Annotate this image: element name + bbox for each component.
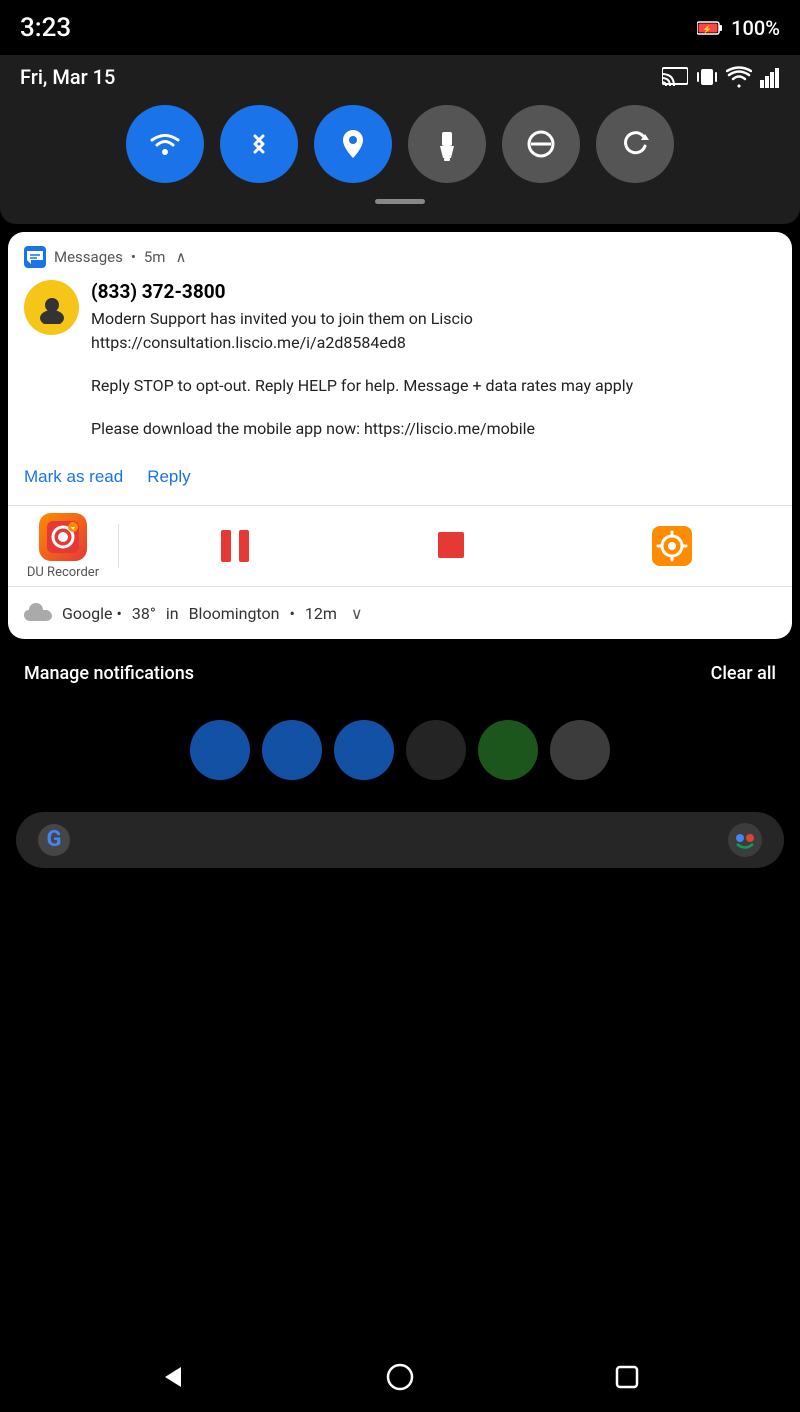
messages-app-icon (24, 246, 46, 268)
du-recorder-notification: DU Recorder (8, 506, 792, 586)
search-bar[interactable]: G (16, 812, 784, 868)
mark-as-read-button[interactable]: Mark as read (24, 463, 123, 491)
du-stop-button[interactable] (433, 524, 469, 568)
recents-icon (613, 1363, 641, 1391)
home-icon (386, 1363, 414, 1391)
notif-time-value: 5m (144, 248, 166, 266)
battery-icon: ⚡ (697, 20, 723, 36)
svg-text:⚡: ⚡ (702, 24, 712, 34)
qs-date: Fri, Mar 15 (20, 65, 115, 89)
svg-text:G: G (47, 827, 62, 852)
notif-body: (833) 372-3800 Modern Support has invite… (24, 280, 776, 441)
manage-notifications-button[interactable]: Manage notifications (24, 663, 194, 684)
google-assistant-icon[interactable] (726, 821, 764, 859)
home-icon-5[interactable] (478, 720, 538, 780)
qs-tile-wifi[interactable] (126, 105, 204, 183)
notif-app-name: Messages (54, 248, 123, 266)
qs-tiles (20, 105, 780, 183)
weather-source: Google • (62, 604, 122, 623)
du-app-icon (39, 513, 87, 561)
battery-percentage: 100% (731, 16, 780, 40)
quick-settings-panel: Fri, Mar 15 (0, 55, 800, 224)
notif-message-2: Reply STOP to opt-out. Reply HELP for he… (91, 374, 776, 398)
nav-recents-button[interactable] (613, 1363, 641, 1391)
qs-tile-flashlight[interactable] (408, 105, 486, 183)
du-settings-button[interactable] (650, 524, 694, 568)
home-screen-icons (0, 700, 800, 800)
clear-all-button[interactable]: Clear all (711, 663, 776, 684)
weather-city: in (166, 604, 179, 623)
qs-handle[interactable] (375, 199, 425, 204)
nav-bar (0, 1342, 800, 1412)
qs-date-row: Fri, Mar 15 (20, 65, 780, 89)
avatar-icon (36, 292, 68, 324)
du-app-name: DU Recorder (27, 565, 99, 580)
notif-header: Messages • 5m ∧ (24, 246, 776, 268)
notification-panel: Messages • 5m ∧ (833) 372-3800 Modern Su… (8, 232, 792, 639)
home-icon-2[interactable] (262, 720, 322, 780)
home-icon-4[interactable] (406, 720, 466, 780)
status-bar: 3:23 ⚡ 100% (0, 0, 800, 55)
cloud-icon (24, 601, 52, 625)
qs-tile-bluetooth[interactable] (220, 105, 298, 183)
weather-time-value: 12m (305, 604, 337, 623)
du-settings-icon (650, 524, 694, 568)
cast-icon (662, 66, 688, 88)
du-app-section: DU Recorder (8, 501, 118, 592)
reply-button[interactable]: Reply (147, 463, 190, 491)
du-controls (118, 524, 792, 568)
notif-content: (833) 372-3800 Modern Support has invite… (91, 280, 776, 441)
google-g-icon: G (36, 822, 72, 858)
qs-tile-location[interactable] (314, 105, 392, 183)
wifi-status-icon (726, 66, 752, 88)
notif-avatar (24, 280, 79, 335)
home-icon-6[interactable] (550, 720, 610, 780)
du-pause-button[interactable] (217, 524, 253, 568)
status-time: 3:23 (20, 13, 71, 43)
home-icon-3[interactable] (334, 720, 394, 780)
notif-actions: Mark as read Reply (24, 459, 776, 491)
nav-home-button[interactable] (386, 1363, 414, 1391)
vibrate-icon (696, 66, 718, 88)
weather-expand-icon[interactable]: ∨ (351, 604, 363, 623)
weather-notification[interactable]: Google • 38° in Bloomington • 12m ∨ (8, 587, 792, 639)
signal-icon (760, 66, 780, 88)
pause-icon (217, 524, 253, 568)
home-icon-1[interactable] (190, 720, 250, 780)
qs-tile-dnd[interactable] (502, 105, 580, 183)
bottom-bar: Manage notifications Clear all (0, 647, 800, 700)
stop-icon (433, 524, 469, 568)
notif-message-3: Please download the mobile app now: http… (91, 417, 776, 441)
notif-expand-icon[interactable]: ∧ (175, 248, 186, 266)
nav-back-button[interactable] (159, 1363, 187, 1391)
notif-time: • (131, 248, 136, 266)
qs-status-icons (662, 66, 780, 88)
qs-tile-rotate[interactable] (596, 105, 674, 183)
messages-notification: Messages • 5m ∧ (833) 372-3800 Modern Su… (8, 232, 792, 505)
back-icon (159, 1363, 187, 1391)
notif-message-1: Modern Support has invited you to join t… (91, 307, 776, 355)
weather-time: • (289, 604, 294, 623)
status-icons: ⚡ 100% (697, 16, 780, 40)
notif-sender: (833) 372-3800 (91, 280, 776, 303)
weather-temp: 38° (132, 604, 156, 623)
weather-city-name: Bloomington (189, 604, 280, 623)
du-recorder-icon (45, 519, 81, 555)
